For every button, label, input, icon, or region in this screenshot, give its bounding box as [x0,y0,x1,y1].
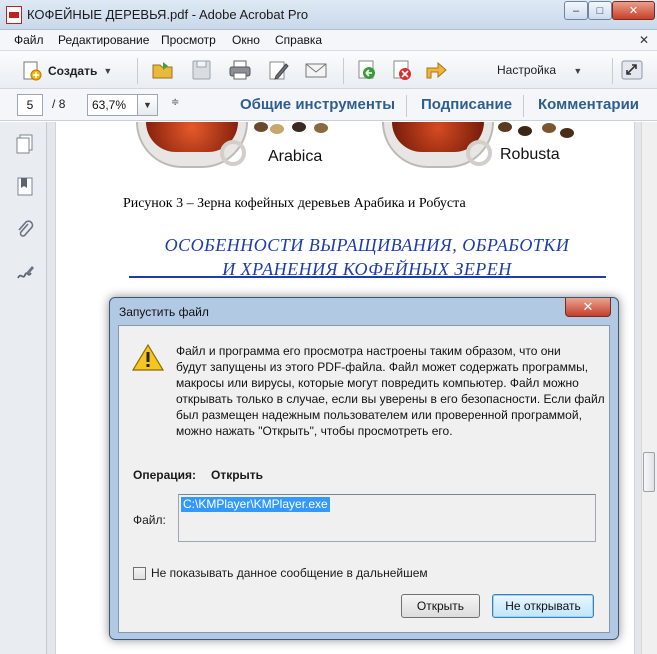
page-separator: / 8 [52,97,66,111]
menu-file[interactable]: Файл [14,33,44,47]
main-toolbar: Создать ▼ Настройка ▼ [0,51,657,89]
section-heading-line-1: ОСОБЕННОСТИ ВЫРАЩИВАНИЯ, ОБРАБОТКИ [164,235,570,255]
window-title: КОФЕЙНЫЕ ДЕРЕВЬЯ.pdf - Adobe Acrobat Pro [27,7,309,22]
file-path-field[interactable]: C:\KMPlayer\KMPlayer.exe [178,494,596,542]
page-number-input[interactable]: 5 [17,94,43,116]
heading-underline [129,276,606,278]
print-icon[interactable] [228,59,252,81]
coffee-bean [292,122,306,132]
dialog-close-button[interactable]: ✕ [565,298,611,317]
settings-label: Настройка [497,63,557,77]
cup-handle [220,140,246,166]
coffee-bean [498,122,512,132]
scrollbar-thumb[interactable] [643,452,655,492]
dont-open-button[interactable]: Не открывать [492,594,594,618]
figure-caption: Рисунок 3 – Зерна кофейных деревьев Араб… [123,196,466,211]
back-green-icon[interactable] [355,59,379,81]
navigation-pane [0,122,47,654]
tab-signing[interactable]: Подписание [421,96,512,113]
chevron-down-icon: ▼ [143,100,152,110]
expand-icon[interactable] [620,59,644,81]
dont-show-again-option[interactable]: Не показывать данное сообщение в дальней… [133,566,428,580]
zoom-dropdown-button[interactable]: ▼ [137,94,158,116]
nav-separator [523,95,524,117]
close-document-button[interactable]: ✕ [639,33,649,47]
stop-red-icon[interactable] [390,59,414,81]
bookmarks-icon[interactable] [16,177,34,197]
toolbar-separator [612,58,613,84]
chevron-down-icon: ▼ [103,66,113,76]
email-icon[interactable] [304,59,328,81]
open-button[interactable]: Открыть [401,594,480,618]
dialog-title: Запустить файл [119,305,209,319]
edit-icon[interactable] [267,59,291,81]
create-doc-icon [22,61,42,81]
tab-comments[interactable]: Комментарии [538,96,639,113]
forward-icon[interactable] [424,59,448,81]
arabica-label: Arabica [268,148,323,165]
more-tools-icon[interactable]: ≑ [171,97,179,108]
tab-common-tools[interactable]: Общие инструменты [240,96,395,113]
dialog-body: Файл и программа его просмотра настроены… [118,325,610,633]
navigation-bar: 5 / 8 63,7% ▼ ≑ Общие инструменты Подпис… [0,89,657,121]
minimize-button[interactable]: – [564,1,588,20]
toolbar-separator [343,58,344,84]
launch-file-dialog: Запустить файл ✕ Файл и программа его пр… [109,297,619,640]
dont-show-again-label: Не показывать данное сообщение в дальней… [151,566,428,580]
open-folder-icon[interactable] [151,59,175,81]
coffee-bean [270,124,284,134]
warning-icon [131,343,165,371]
toolbar-separator [137,58,138,84]
menu-help[interactable]: Справка [275,33,322,47]
menu-view[interactable]: Просмотр [161,33,216,47]
zoom-input[interactable]: 63,7% [87,94,138,116]
dont-show-again-checkbox[interactable] [133,566,146,580]
vertical-scrollbar[interactable] [641,122,657,654]
close-window-button[interactable]: ✕ [612,1,655,20]
file-path-text: C:\KMPlayer\KMPlayer.exe [181,497,330,512]
operation-label: Операция: [133,468,197,482]
cup-handle [466,140,492,166]
coffee-bean [518,126,532,136]
menu-window[interactable]: Окно [232,33,260,47]
coffee-bean [560,128,574,138]
pdf-file-icon [6,6,22,24]
settings-dropdown[interactable]: Настройка ▼ [497,63,582,77]
title-bar: КОФЕЙНЫЕ ДЕРЕВЬЯ.pdf - Adobe Acrobat Pro… [0,0,657,30]
pages-icon[interactable] [16,134,34,154]
chevron-down-icon: ▼ [573,66,583,76]
create-label: Создать [48,64,98,78]
create-button[interactable]: Создать ▼ [22,60,112,82]
coffee-bean [254,122,268,132]
coffee-bean [542,123,556,133]
menu-edit[interactable]: Редактирование [58,33,149,47]
page-total: 8 [58,97,66,111]
attachments-icon[interactable] [16,220,34,240]
robusta-label: Robusta [500,146,560,163]
maximize-button[interactable]: □ [588,1,612,20]
save-icon[interactable] [190,59,214,81]
nav-separator [406,95,407,117]
menu-bar: Файл Редактирование Просмотр Окно Справк… [0,30,657,51]
signatures-icon[interactable] [16,263,34,283]
file-label: Файл: [133,513,166,527]
operation-value: Открыть [211,468,264,482]
coffee-bean [314,123,328,133]
warning-message: Файл и программа его просмотра настроены… [176,344,605,438]
